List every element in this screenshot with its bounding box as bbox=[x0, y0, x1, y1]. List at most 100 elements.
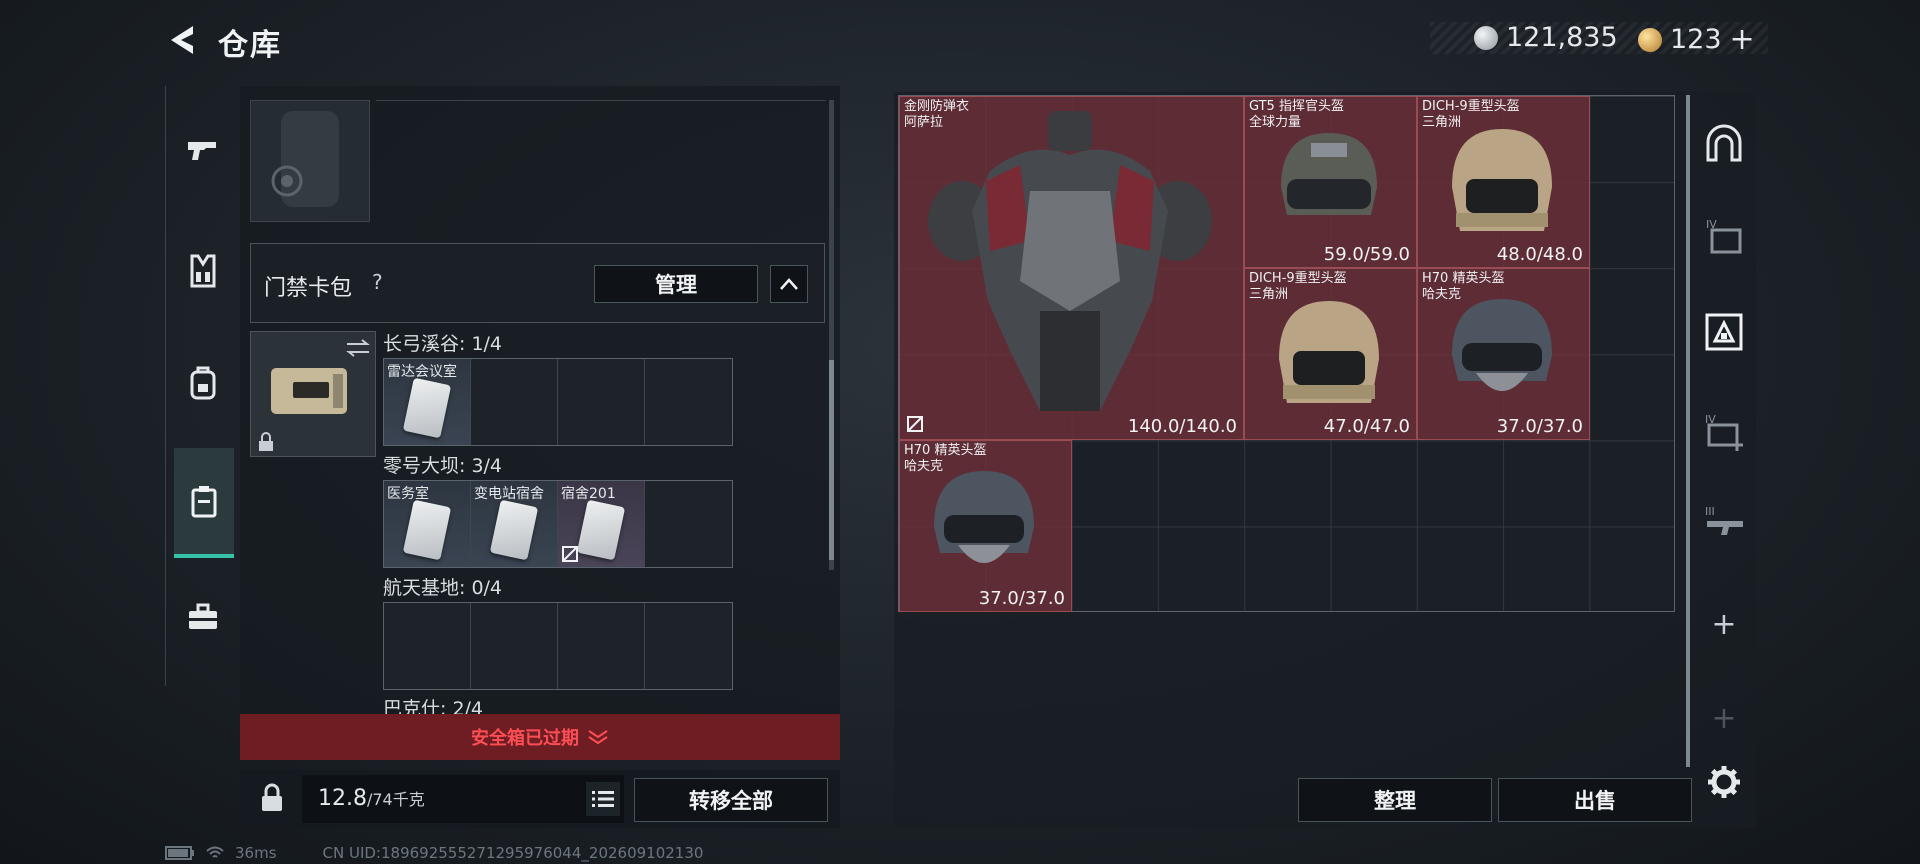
keycard-slot-empty[interactable] bbox=[558, 359, 645, 445]
item-durability: 140.0/140.0 bbox=[1127, 416, 1237, 437]
weight-max: /74千克 bbox=[366, 790, 425, 809]
safebox-expired-banner[interactable]: 安全箱已过期 bbox=[240, 714, 840, 760]
keycard-name: 变电站宿舍 bbox=[474, 486, 544, 502]
keycard-slot-empty[interactable] bbox=[645, 359, 732, 445]
helmet-icon bbox=[1279, 301, 1379, 403]
status-row: 36ms CN UID:1896925552712959760​44_20260… bbox=[165, 844, 703, 862]
keycard-slot-empty[interactable] bbox=[645, 481, 732, 567]
stash-scrollbar[interactable] bbox=[1686, 95, 1690, 767]
stash-item-helmet[interactable]: DICH-9重型头盔 三角洲 48.0/48.0 bbox=[1417, 96, 1590, 268]
add-gold-button[interactable]: + bbox=[1730, 22, 1755, 57]
chest-rig-slot[interactable] bbox=[250, 100, 370, 222]
rail-item-backpacks[interactable] bbox=[174, 354, 232, 412]
keycard-slot-empty[interactable] bbox=[558, 603, 645, 689]
gold-coin-icon bbox=[1638, 27, 1662, 52]
stash-item-helmet[interactable]: GT5 指挥官头盔 全球力量 59.0/59.0 bbox=[1244, 96, 1417, 268]
stash-grid[interactable]: 金刚防弹衣 阿萨拉 140.0/140.0 GT5 指挥官头盔 全球力量 59.… bbox=[898, 95, 1675, 612]
keycard-icon bbox=[402, 499, 452, 561]
list-view-button[interactable] bbox=[586, 782, 620, 816]
gold-currency[interactable]: 123 + bbox=[1638, 22, 1755, 57]
help-icon[interactable]: ? bbox=[372, 270, 383, 294]
swap-icon[interactable] bbox=[345, 338, 371, 358]
rail-item-weapons[interactable] bbox=[174, 122, 232, 180]
side-tab-containers[interactable]: IV bbox=[1700, 212, 1748, 260]
keybag-title: 门禁卡包 bbox=[264, 276, 353, 301]
item-durability: 59.0/59.0 bbox=[1323, 244, 1410, 265]
backpack-icon bbox=[190, 366, 216, 400]
silver-currency: 121,835 bbox=[1474, 22, 1618, 53]
briefcase-icon bbox=[189, 603, 217, 629]
item-durability: 47.0/47.0 bbox=[1323, 416, 1410, 437]
zone-label: 航天基地: 0/4 bbox=[383, 577, 503, 599]
side-tab-weapons[interactable]: III bbox=[1700, 500, 1748, 548]
zone-label: 零号大坝: 3/4 bbox=[383, 455, 503, 477]
keycard-slot[interactable]: 医务室 bbox=[384, 481, 471, 567]
gun-icon bbox=[188, 142, 216, 160]
side-tab-armor[interactable] bbox=[1700, 308, 1748, 356]
keycard-slot[interactable]: 宿舍201 bbox=[558, 481, 645, 567]
keycard-slot-empty[interactable] bbox=[471, 603, 558, 689]
sell-button[interactable]: 出售 bbox=[1498, 778, 1692, 822]
rail-item-containers[interactable] bbox=[174, 448, 234, 558]
item-durability: 37.0/37.0 bbox=[978, 588, 1065, 609]
divider bbox=[376, 100, 826, 101]
side-tab-medical[interactable]: IV bbox=[1700, 408, 1748, 456]
list-icon bbox=[592, 791, 614, 807]
back-button[interactable] bbox=[163, 20, 203, 60]
keycard-slot-empty[interactable] bbox=[471, 359, 558, 445]
plus-faint-icon: + bbox=[1711, 700, 1737, 736]
manage-button[interactable]: 管理 bbox=[594, 265, 758, 303]
stash-item-helmet[interactable]: H70 精英头盔 哈夫克 37.0/37.0 bbox=[1417, 268, 1590, 440]
silver-amount: 121,835 bbox=[1506, 22, 1618, 53]
case-icon bbox=[191, 486, 217, 518]
uid-text: CN UID:1896925552712959760​44_2026091021… bbox=[322, 844, 704, 862]
tier-iv-container-icon: IV bbox=[1706, 218, 1742, 254]
stash-item-helmet[interactable]: H70 精英头盔 哈夫克 37.0/37.0 bbox=[899, 440, 1072, 612]
vest-icon bbox=[190, 254, 216, 288]
side-tab-all[interactable] bbox=[1700, 120, 1748, 168]
item-durability: 48.0/48.0 bbox=[1496, 244, 1583, 265]
svg-text:III: III bbox=[1705, 505, 1715, 518]
arch-icon bbox=[1706, 124, 1742, 162]
gear-icon bbox=[1708, 766, 1740, 798]
settings-button[interactable] bbox=[1702, 760, 1746, 804]
keycard-slot[interactable]: 雷达会议室 bbox=[384, 359, 471, 445]
keycard-slot-empty[interactable] bbox=[645, 603, 732, 689]
keycard-slot[interactable]: 变电站宿舍 bbox=[471, 481, 558, 567]
keycard-icon bbox=[402, 377, 452, 439]
transfer-all-button[interactable]: 转移全部 bbox=[634, 778, 828, 822]
chest-rig-icon bbox=[271, 111, 339, 207]
helmet-icon bbox=[1452, 129, 1552, 231]
side-tab-add-disabled[interactable]: + bbox=[1700, 694, 1748, 742]
keycard-pouch[interactable] bbox=[250, 331, 376, 457]
collapse-button[interactable] bbox=[770, 265, 808, 303]
rail-item-tools[interactable] bbox=[174, 588, 232, 646]
zone-label: 长弓溪谷: 1/4 bbox=[383, 333, 503, 355]
helmet-icon bbox=[1452, 299, 1552, 391]
left-scroll-thumb[interactable] bbox=[829, 360, 834, 560]
side-tab-add[interactable]: + bbox=[1700, 600, 1748, 648]
tier-iv-medkit-icon: IV bbox=[1705, 413, 1743, 451]
sort-button[interactable]: 整理 bbox=[1298, 778, 1492, 822]
lock-button[interactable] bbox=[252, 778, 292, 818]
keycard-name: 医务室 bbox=[387, 486, 429, 502]
helmet-icon bbox=[934, 471, 1034, 563]
stash-item-helmet[interactable]: DICH-9重型头盔 三角洲 47.0/47.0 bbox=[1244, 268, 1417, 440]
tier-iii-gun-icon: III bbox=[1705, 505, 1743, 535]
category-rail bbox=[165, 86, 239, 686]
double-chevron-down-icon bbox=[588, 730, 608, 745]
item-durability: 37.0/37.0 bbox=[1496, 416, 1583, 437]
alert-text: 安全箱已过期 bbox=[471, 728, 579, 749]
stash-item-armor[interactable]: 金刚防弹衣 阿萨拉 140.0/140.0 bbox=[899, 96, 1244, 440]
wifi-icon bbox=[206, 846, 224, 858]
armor-filter-icon bbox=[1705, 313, 1743, 351]
body-armor-icon bbox=[928, 111, 1212, 411]
weight-current: 12.8 bbox=[318, 786, 367, 811]
keycard-icon bbox=[576, 499, 626, 561]
helmet-icon bbox=[1281, 133, 1377, 215]
keycard-slot-empty[interactable] bbox=[384, 603, 471, 689]
gold-amount: 123 bbox=[1670, 24, 1722, 55]
rail-item-vests[interactable] bbox=[174, 242, 232, 300]
ping-text: 36ms bbox=[235, 844, 277, 862]
chevron-up-icon bbox=[780, 278, 798, 290]
